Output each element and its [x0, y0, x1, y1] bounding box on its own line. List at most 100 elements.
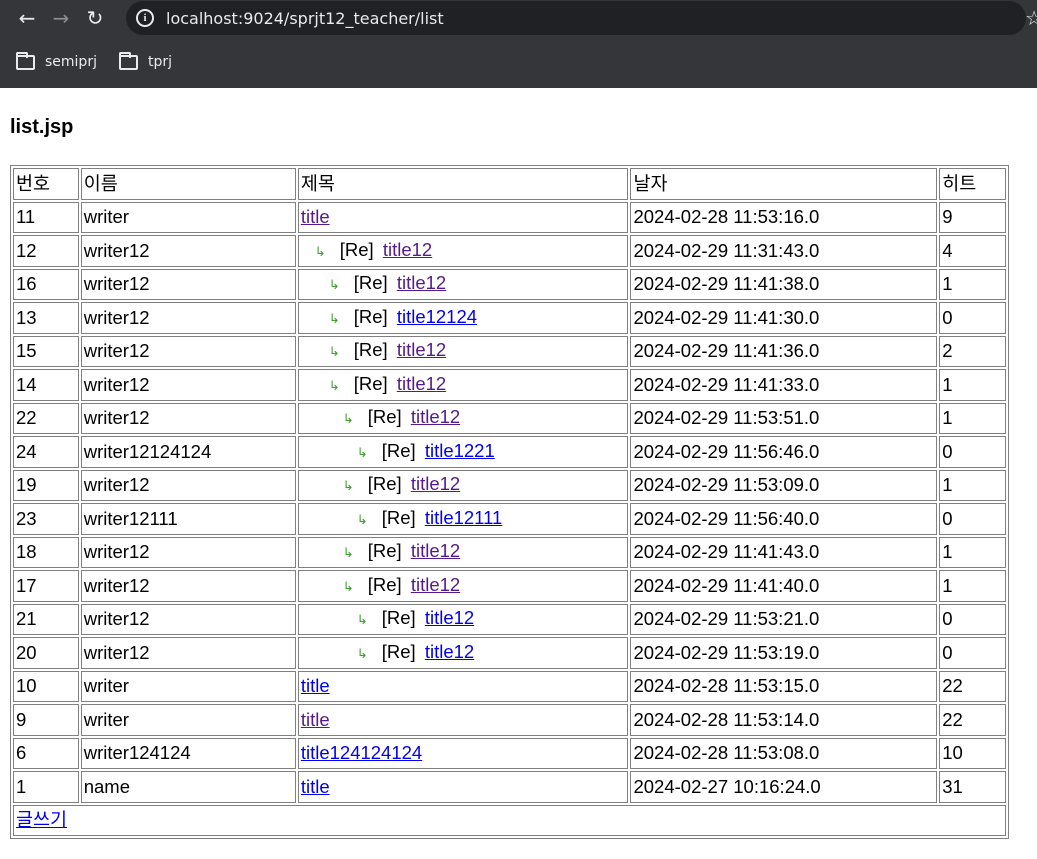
reload-icon[interactable]: ↻ [78, 2, 112, 34]
reply-prefix: [Re] [339, 238, 374, 260]
cell-name: writer12 [80, 402, 296, 434]
table-row: 20 writer12 ↳ [Re] title12 2024-02-29 11:53:… [13, 637, 1006, 669]
post-title-link[interactable]: title12 [411, 473, 460, 494]
cell-name: writer12 [80, 469, 296, 501]
cell-no: 20 [13, 637, 79, 669]
post-title-link[interactable]: title12 [397, 272, 446, 293]
bookmark-star-icon[interactable]: ☆ [1025, 6, 1037, 30]
cell-title: ↳ [Re] title1221 [297, 436, 629, 468]
post-title-link[interactable]: title [301, 206, 330, 227]
cell-date: 2024-02-29 11:56:46.0 [630, 436, 938, 468]
folder-icon [16, 51, 35, 70]
cell-date: 2024-02-29 11:53:51.0 [630, 402, 938, 434]
address-bar[interactable]: i localhost:9024/sprjt12_teacher/list [126, 1, 1026, 35]
header-title: 제목 [297, 168, 629, 200]
cell-date: 2024-02-29 11:53:21.0 [630, 603, 938, 635]
post-title-link[interactable]: title12 [411, 406, 460, 427]
post-title-link[interactable]: title [301, 776, 330, 797]
cell-no: 21 [13, 603, 79, 635]
table-row: 1 name title 2024-02-27 10:16:24.0 31 [13, 771, 1006, 803]
post-title-link[interactable]: title12 [425, 641, 474, 662]
post-title-link[interactable]: title12111 [425, 507, 503, 528]
bookmarks-bar: semiprj tprj [0, 36, 1037, 88]
header-name: 이름 [80, 168, 296, 200]
table-row: 12 writer12 ↳ [Re] title12 2024-02-29 11:31:… [13, 235, 1006, 267]
table-row: 22 writer12 ↳ [Re] title12 2024-02-29 11:53:… [13, 402, 1006, 434]
post-title-link[interactable]: title124124124 [301, 742, 422, 763]
post-title-link[interactable]: title12 [425, 607, 474, 628]
cell-no: 24 [13, 436, 79, 468]
forward-arrow-icon[interactable]: → [44, 2, 78, 34]
back-arrow-icon[interactable]: ← [10, 2, 44, 34]
cell-title: ↳ [Re] title12111 [297, 503, 629, 535]
table-row: 19 writer12 ↳ [Re] title12 2024-02-29 11:53:… [13, 469, 1006, 501]
cell-no: 14 [13, 369, 79, 401]
write-row: 글쓰기 [13, 804, 1006, 836]
post-title-link[interactable]: title [301, 675, 330, 696]
cell-no: 1 [13, 771, 79, 803]
cell-hit: 10 [939, 737, 1006, 769]
post-title-link[interactable]: title1221 [425, 440, 495, 461]
cell-title: title [297, 704, 629, 736]
site-info-icon[interactable]: i [136, 9, 154, 27]
cell-name: writer12 [80, 335, 296, 367]
reply-arrow-icon: ↳ [314, 243, 326, 259]
cell-date: 2024-02-29 11:41:30.0 [630, 302, 938, 334]
cell-date: 2024-02-29 11:31:43.0 [630, 235, 938, 267]
reply-prefix: [Re] [381, 439, 416, 461]
reply-arrow-icon: ↳ [356, 511, 368, 527]
cell-hit: 1 [939, 402, 1006, 434]
cell-hit: 0 [939, 637, 1006, 669]
cell-name: writer12 [80, 369, 296, 401]
reply-prefix: [Re] [381, 607, 416, 629]
post-title-link[interactable]: title12 [397, 339, 446, 360]
table-row: 14 writer12 ↳ [Re] title12 2024-02-29 11:41:… [13, 369, 1006, 401]
post-title-link[interactable]: title12 [397, 373, 446, 394]
table-header-row: 번호 이름 제목 날자 히트 [13, 168, 1006, 200]
cell-title: ↳ [Re] title12 [297, 536, 629, 568]
cell-date: 2024-02-29 11:41:33.0 [630, 369, 938, 401]
post-title-link[interactable]: title12124 [397, 306, 477, 327]
cell-title: ↳ [Re] title12 [297, 268, 629, 300]
post-title-link[interactable]: title [301, 709, 330, 730]
table-row: 23 writer12111 ↳ [Re] title12111 2024-02-29 … [13, 503, 1006, 535]
cell-no: 19 [13, 469, 79, 501]
cell-hit: 22 [939, 670, 1006, 702]
post-title-link[interactable]: title12 [411, 574, 460, 595]
page-title: list.jsp [10, 116, 74, 138]
cell-name: writer [80, 670, 296, 702]
table-row: 18 writer12 ↳ [Re] title12 2024-02-29 11:41:… [13, 536, 1006, 568]
cell-hit: 1 [939, 369, 1006, 401]
cell-no: 9 [13, 704, 79, 736]
post-title-link[interactable]: title12 [411, 540, 460, 561]
reply-prefix: [Re] [367, 473, 402, 495]
bookmark-semiprj[interactable]: semiprj [16, 51, 97, 70]
cell-date: 2024-02-29 11:41:38.0 [630, 268, 938, 300]
url-text[interactable]: localhost:9024/sprjt12_teacher/list [166, 9, 444, 28]
bookmark-tprj[interactable]: tprj [118, 51, 172, 70]
cell-no: 18 [13, 536, 79, 568]
post-title-link[interactable]: title12 [383, 239, 432, 260]
board-list-table: 번호 이름 제목 날자 히트 11 writer title 2024-02-28 1… [10, 165, 1009, 839]
cell-name: writer12 [80, 570, 296, 602]
table-row: 24 writer12124124 ↳ [Re] title1221 2024-02-2… [13, 436, 1006, 468]
write-post-link[interactable]: 글쓰기 [16, 809, 67, 830]
cell-hit: 0 [939, 603, 1006, 635]
cell-no: 13 [13, 302, 79, 334]
table-row: 15 writer12 ↳ [Re] title12 2024-02-29 11:41:… [13, 335, 1006, 367]
header-date: 날자 [630, 168, 938, 200]
reply-prefix: [Re] [353, 372, 388, 394]
reply-prefix: [Re] [381, 640, 416, 662]
cell-name: writer12124124 [80, 436, 296, 468]
cell-date: 2024-02-29 11:53:19.0 [630, 637, 938, 669]
cell-title: title124124124 [297, 737, 629, 769]
cell-hit: 9 [939, 201, 1006, 233]
cell-no: 22 [13, 402, 79, 434]
cell-name: writer12 [80, 268, 296, 300]
cell-title: ↳ [Re] title12 [297, 369, 629, 401]
cell-title: ↳ [Re] title12 [297, 603, 629, 635]
cell-title: ↳ [Re] title12 [297, 235, 629, 267]
reply-arrow-icon: ↳ [342, 411, 354, 427]
cell-hit: 4 [939, 235, 1006, 267]
cell-date: 2024-02-29 11:41:43.0 [630, 536, 938, 568]
